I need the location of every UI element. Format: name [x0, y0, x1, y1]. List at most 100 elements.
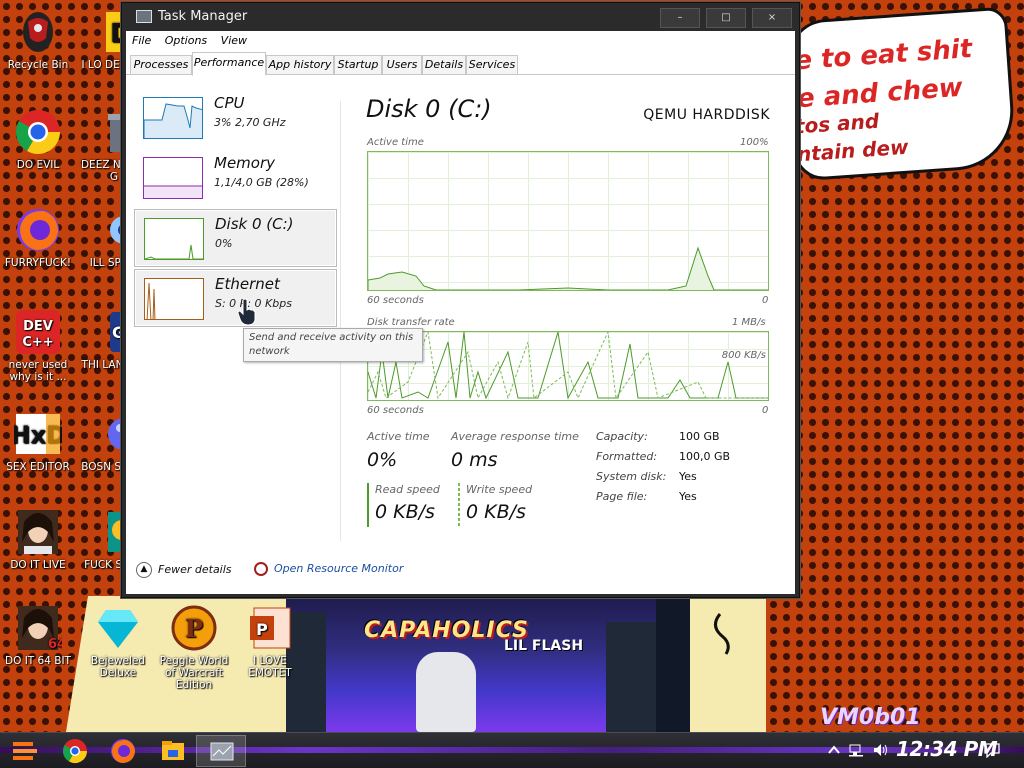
panel-divider [340, 101, 341, 541]
taskbar-decoration [0, 747, 1024, 753]
tab-app-history[interactable]: App history [266, 55, 334, 75]
speech-line: e to eat shit [793, 33, 974, 77]
system-disk-label: System disk: [596, 470, 667, 483]
recycle-bin-icon [14, 8, 62, 56]
sidebar-item-label: Memory [214, 154, 276, 172]
desktop-icon-label: Peggle World of Warcraft Edition [159, 655, 229, 691]
ethernet-tooltip: Send and receive activity on this networ… [243, 328, 423, 362]
volume-icon[interactable] [872, 742, 888, 758]
desktop-icon-sex-editor[interactable]: HxD SEX EDITOR [0, 410, 76, 473]
fewer-details-button[interactable]: ▲ Fewer details [136, 562, 232, 578]
capacity-value: 100 GB [679, 430, 720, 443]
desktop-icon-label: DO IT 64 BIT [5, 655, 71, 667]
task-manager-icon [136, 10, 152, 23]
desktop-icon-i-love-emotet[interactable]: P I LOVE EMOTET [232, 604, 308, 679]
sidebar-item-value: 3% 2,70 GHz [214, 116, 286, 129]
taskbar-task-manager[interactable] [196, 735, 246, 767]
cpu-thumbnail-graph [143, 97, 203, 139]
tab-users[interactable]: Users [382, 55, 422, 75]
desktop-icon-label: DO IT LIVE [10, 559, 66, 571]
transfer-rate-graph-min: 0 [762, 405, 769, 416]
tab-services[interactable]: Services [466, 55, 518, 75]
start-icon[interactable] [10, 737, 40, 765]
peggle-icon: P [170, 604, 218, 652]
desktop-icon-peggle[interactable]: P Peggle World of Warcraft Edition [156, 604, 232, 691]
memory-thumbnail-graph [143, 157, 203, 199]
disk-title: Disk 0 (C:) [366, 95, 492, 123]
open-resource-monitor-link[interactable]: Open Resource Monitor [254, 562, 403, 576]
hxd-icon: HxD [10, 410, 66, 458]
active-time-graph [367, 151, 769, 291]
sidebar-item-cpu[interactable]: CPU 3% 2,70 GHz [134, 89, 337, 147]
desktop-icon-furryfuck[interactable]: FURRYFUCK! [0, 206, 76, 269]
notification-icon[interactable] [984, 742, 1000, 759]
fewer-details-label: Fewer details [158, 563, 232, 576]
capacity-label: Capacity: [596, 430, 648, 443]
write-speed-value: 0 KB/s [466, 501, 526, 523]
desktop-icon-label: I LOVE EMOTET [248, 655, 292, 679]
tab-startup[interactable]: Startup [334, 55, 382, 75]
ethernet-thumbnail-graph [144, 278, 204, 320]
menu-options[interactable]: Options [159, 31, 211, 47]
close-button[interactable]: × [752, 8, 792, 28]
desktop-icon-do-it-64-bit[interactable]: 64 DO IT 64 BIT [0, 604, 76, 667]
desktop-icon-label: Recycle Bin [7, 59, 69, 71]
desktop-icon-label: never used why is it ... [8, 359, 68, 383]
sidebar-item-disk[interactable]: Disk 0 (C:) 0% [134, 209, 337, 267]
desktop-icon-do-it-live[interactable]: DO IT LIVE [0, 508, 76, 571]
tab-processes[interactable]: Processes [130, 55, 192, 75]
response-time-stat-value: 0 ms [451, 449, 498, 471]
menu-file[interactable]: File [126, 31, 155, 47]
formatted-label: Formatted: [596, 450, 658, 463]
desktop-icon-bejeweled[interactable]: Bejeweled Deluxe [80, 604, 156, 679]
disk-model: QEMU HARDDISK [643, 107, 770, 123]
window-content: File Options View Processes Performance … [126, 31, 795, 594]
svg-text:P: P [185, 614, 203, 643]
svg-text:C++: C++ [22, 335, 53, 350]
wallpaper-panel [690, 596, 766, 732]
tab-performance[interactable]: Performance [192, 52, 266, 76]
network-icon[interactable] [848, 742, 864, 758]
transfer-rate-mid-label: 800 KB/s [721, 350, 766, 361]
tab-details[interactable]: Details [422, 55, 466, 75]
desktop-icon-label: DO EVIL [16, 159, 60, 171]
sidebar-item-memory[interactable]: Memory 1,1/4,0 GB (28%) [134, 149, 337, 207]
title-bar[interactable]: Task Manager – □ × [122, 3, 799, 31]
chrome-icon[interactable] [60, 737, 90, 765]
active-time-graph-label: Active time [367, 137, 424, 148]
firefox-icon[interactable] [108, 737, 138, 765]
active-time-graph-max: 100% [740, 137, 769, 148]
desktop-icon-devcpp[interactable]: DEV C++ never used why is it ... [0, 308, 76, 383]
sidebar-item-label: Disk 0 (C:) [215, 215, 294, 233]
maximize-button[interactable]: □ [706, 8, 746, 28]
window-title: Task Manager [158, 9, 248, 24]
desktop-icon-do-evil[interactable]: DO EVIL [0, 108, 76, 171]
desktop-icon-recycle-bin[interactable]: Recycle Bin [0, 8, 76, 71]
minimize-button[interactable]: – [660, 8, 700, 28]
read-speed-value: 0 KB/s [375, 501, 435, 523]
chevron-up-icon: ▲ [136, 562, 152, 578]
album-figure [416, 652, 476, 732]
system-disk-value: Yes [679, 470, 697, 483]
file-explorer-icon[interactable] [158, 737, 188, 765]
transfer-rate-graph-span: 60 seconds [367, 405, 424, 416]
formatted-value: 100,0 GB [679, 450, 731, 463]
resource-monitor-label: Open Resource Monitor [274, 562, 404, 575]
transfer-rate-graph-max: 1 MB/s [732, 317, 766, 328]
speech-line: ntain dew [796, 134, 910, 167]
menu-bar: File Options View [126, 31, 795, 51]
write-speed-label: Write speed [466, 483, 533, 496]
gem-icon [94, 604, 142, 652]
task-manager-icon [210, 742, 234, 761]
task-manager-window[interactable]: Task Manager – □ × File Options View Pro… [121, 2, 800, 598]
chevron-up-icon[interactable] [826, 742, 842, 758]
menu-view[interactable]: View [215, 31, 251, 47]
taskbar-clock[interactable]: 12:34 PM [896, 737, 998, 761]
portrait-icon [14, 508, 62, 556]
active-time-graph-span: 60 seconds [367, 295, 424, 306]
devcpp-icon: DEV C++ [14, 308, 62, 356]
resource-monitor-icon [254, 562, 268, 576]
response-time-stat-label: Average response time [451, 430, 579, 443]
wallpaper-speech-bubble: e to eat shit e and chew tos and ntain d… [784, 6, 1018, 182]
speech-line: e and chew [796, 72, 964, 115]
